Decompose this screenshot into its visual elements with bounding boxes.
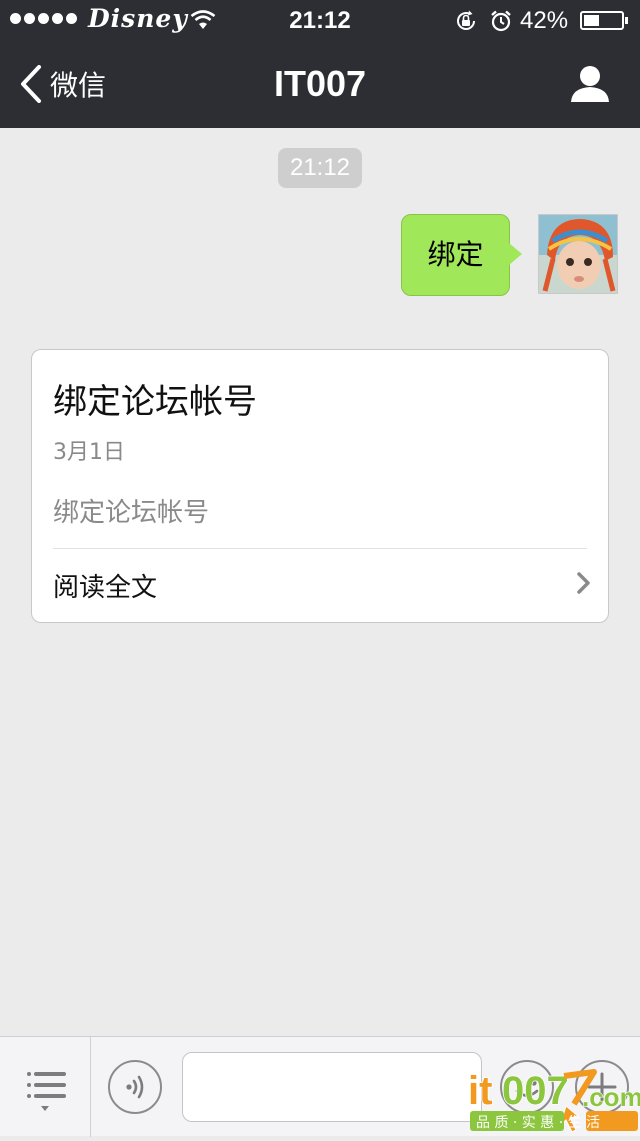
person-icon	[571, 66, 609, 102]
battery-level-fill	[584, 15, 600, 26]
article-date: 3月1日	[53, 440, 125, 465]
battery-percent: 42%	[520, 7, 569, 34]
rotation-lock-icon	[457, 10, 475, 30]
emoji-icon	[515, 1080, 539, 1097]
profile-button[interactable]	[568, 62, 612, 106]
back-button-label: 微信	[50, 69, 107, 102]
top-bar: Disney 21:12 42% 微信 IT007	[0, 0, 640, 128]
chat-timestamp: 21:12	[278, 148, 362, 188]
voice-input-button[interactable]	[108, 1060, 162, 1114]
read-full-article-label: 阅读全文	[53, 573, 158, 603]
battery-icon	[580, 11, 628, 30]
message-input[interactable]	[182, 1052, 482, 1122]
chevron-right-icon	[577, 572, 590, 594]
article-digest: 绑定论坛帐号	[53, 498, 210, 528]
article-card[interactable]: 绑定论坛帐号 3月1日 绑定论坛帐号 阅读全文	[31, 349, 609, 623]
status-bar: Disney 21:12 42%	[0, 0, 640, 40]
plus-icon	[587, 1072, 617, 1102]
back-button[interactable]: 微信	[20, 62, 106, 106]
more-options-button[interactable]	[575, 1060, 629, 1114]
menu-toggle-button[interactable]	[0, 1037, 90, 1137]
sent-message-bubble[interactable]: 绑定	[401, 214, 522, 296]
list-menu-icon	[27, 1072, 66, 1111]
avatar[interactable]	[538, 214, 618, 294]
input-bar	[0, 1036, 640, 1137]
alarm-icon	[491, 10, 511, 32]
divider	[90, 1037, 91, 1137]
chevron-left-icon	[21, 65, 41, 103]
emoji-button[interactable]	[500, 1060, 554, 1114]
article-title: 绑定论坛帐号	[53, 382, 257, 422]
voice-icon	[126, 1075, 144, 1099]
read-full-article-link[interactable]: 阅读全文	[32, 549, 608, 623]
